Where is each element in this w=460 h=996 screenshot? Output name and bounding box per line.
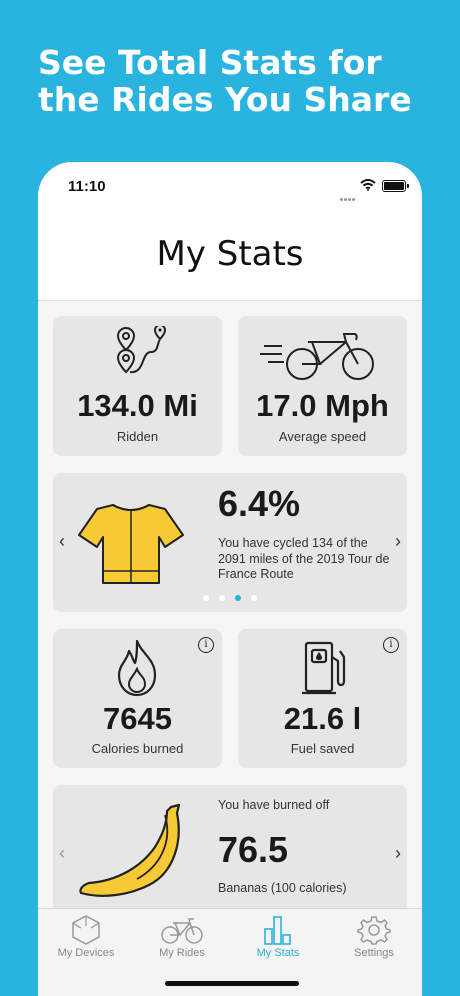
next-arrow-icon[interactable]: ›	[395, 531, 401, 552]
home-indicator[interactable]	[165, 981, 299, 986]
phone-screen: 11:10 My Stats 134.0 Mi Ridden 17.0 Mph …	[38, 162, 422, 996]
previous-arrow-icon[interactable]: ‹	[59, 531, 65, 552]
distance-value: 134.0 Mi	[77, 388, 198, 423]
tour-percent: 6.4%	[218, 483, 301, 524]
bananas-label: Bananas (100 calories)	[218, 881, 347, 895]
fuel-card[interactable]: i 21.6 l Fuel saved	[238, 629, 407, 768]
fuel-value: 21.6 l	[283, 701, 362, 736]
tab-settings[interactable]: Settings	[326, 909, 422, 969]
tab-my-rides[interactable]: My Rides	[134, 909, 230, 969]
distance-label: Ridden	[116, 429, 159, 444]
banana-icon	[79, 803, 181, 897]
route-pin-icon	[116, 326, 167, 374]
flame-icon	[117, 639, 157, 697]
fuel-label: Fuel saved	[290, 741, 355, 756]
wifi-icon	[360, 179, 376, 191]
calories-label: Calories burned	[91, 741, 184, 756]
stats-content[interactable]: 134.0 Mi Ridden 17.0 Mph Average speed ‹…	[38, 301, 422, 996]
page-dot[interactable]	[219, 595, 225, 601]
fuel-pump-icon	[302, 641, 346, 695]
bicycle-icon	[161, 918, 203, 944]
speed-value: 17.0 Mph	[256, 388, 389, 423]
previous-arrow-icon[interactable]: ‹	[59, 843, 65, 864]
tab-label: My Devices	[57, 947, 115, 959]
signal-icon	[340, 188, 356, 206]
calories-value: 7645	[103, 701, 172, 736]
page-dot-active[interactable]	[235, 595, 241, 601]
calories-card[interactable]: i 7645 Calories burned	[53, 629, 222, 768]
promo-headline: See Total Stats for the Rides You Share	[38, 43, 412, 119]
page-title: My Stats	[156, 234, 304, 274]
tour-card[interactable]: ‹ 6.4% You have cycled 134 of the 2091 m…	[53, 473, 407, 612]
tab-label: Settings	[354, 947, 394, 959]
info-icon[interactable]: i	[383, 637, 399, 653]
tab-my-devices[interactable]: My Devices	[38, 909, 134, 969]
tour-description: You have cycled 134 of the 2091 miles of…	[218, 536, 390, 581]
battery-icon	[382, 180, 409, 192]
bananas-intro: You have burned off	[218, 798, 330, 812]
page-dot[interactable]	[251, 595, 257, 601]
speed-card[interactable]: 17.0 Mph Average speed	[238, 316, 407, 456]
bananas-card[interactable]: ‹ You have burned off 76.5 Bananas (100 …	[53, 785, 407, 924]
info-icon[interactable]: i	[198, 637, 214, 653]
next-arrow-icon[interactable]: ›	[395, 843, 401, 864]
speed-label: Average speed	[278, 429, 367, 444]
fast-bicycle-icon	[260, 333, 374, 380]
status-time: 11:10	[68, 178, 106, 195]
tab-bar: My Devices My Rides My Stats Settings	[38, 908, 422, 996]
status-bar: 11:10	[38, 162, 422, 212]
gear-icon	[357, 916, 391, 945]
page-dot[interactable]	[203, 595, 209, 601]
page-indicator[interactable]	[53, 588, 407, 606]
hexagon-device-icon	[72, 915, 100, 945]
tab-label: My Stats	[256, 947, 300, 959]
tab-my-stats[interactable]: My Stats	[230, 909, 326, 969]
bananas-value: 76.5	[218, 829, 289, 870]
tab-label: My Rides	[159, 947, 205, 959]
cycling-jersey-icon	[78, 504, 184, 584]
bar-chart-icon	[264, 916, 291, 945]
distance-card[interactable]: 134.0 Mi Ridden	[53, 316, 222, 456]
